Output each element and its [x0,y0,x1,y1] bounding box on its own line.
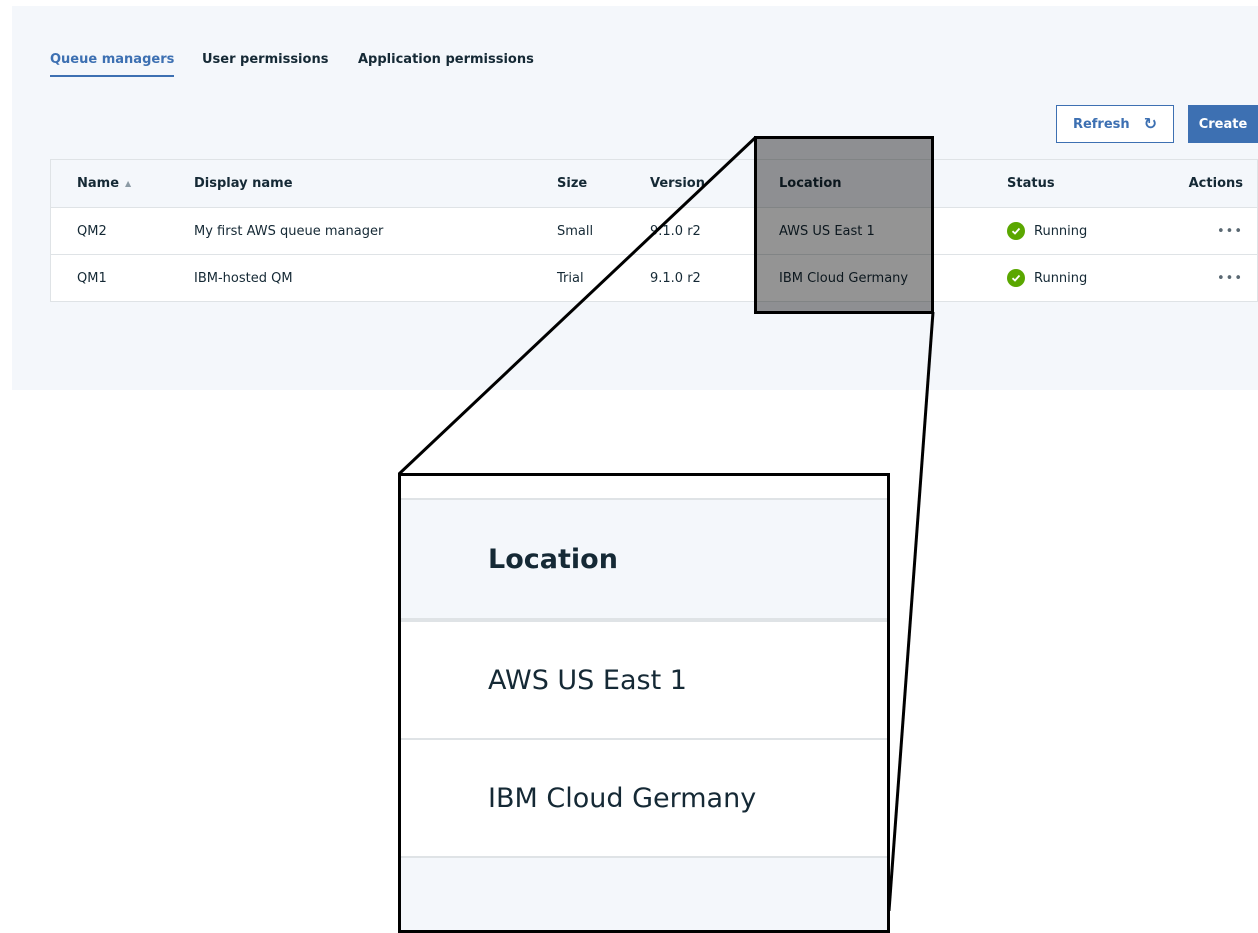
checkmark-circle-icon [1007,269,1025,287]
queue-managers-panel: Queue managers User permissions Applicat… [12,6,1258,390]
overflow-menu-icon[interactable]: ••• [1217,208,1243,254]
tab-queue-managers[interactable]: Queue managers [50,52,175,77]
refresh-button[interactable]: Refresh ↻ [1056,105,1174,143]
column-header-name[interactable]: Name ▲ [77,160,131,207]
checkmark-circle-icon [1007,222,1025,240]
column-header-name-label: Name [77,176,120,191]
table-header: Name ▲ Display name Size Version Locatio… [51,160,1257,208]
create-button[interactable]: Create [1188,105,1258,143]
refresh-icon: ↻ [1143,114,1158,133]
cell-version: 9.1.0 r2 [650,223,701,239]
zoom-location-value: IBM Cloud Germany [488,782,757,814]
overflow-menu-icon[interactable]: ••• [1217,255,1243,301]
zoom-header-label: Location [488,543,618,575]
cell-status: Running [1007,255,1087,301]
location-column-highlight [754,136,934,314]
sort-ascending-icon: ▲ [125,179,132,188]
cell-display-name: My first AWS queue manager [194,223,384,239]
table-row[interactable]: QM2 My first AWS queue manager Small 9.1… [51,208,1257,255]
tab-application-permissions[interactable]: Application permissions [358,52,534,75]
column-header-status: Status [1007,176,1055,191]
status-label: Running [1034,270,1088,286]
column-header-actions: Actions [1188,176,1243,191]
table-row[interactable]: QM1 IBM-hosted QM Trial 9.1.0 r2 IBM Clo… [51,255,1257,301]
queue-managers-table: Name ▲ Display name Size Version Locatio… [50,159,1258,302]
cell-status: Running [1007,208,1087,254]
column-header-version: Version [650,176,705,191]
column-header-size: Size [557,176,588,191]
cell-name: QM1 [77,270,107,286]
cell-name: QM2 [77,223,107,239]
location-zoom-callout: Location AWS US East 1 IBM Cloud Germany [398,473,890,933]
zoom-top-strip [401,476,887,500]
status-label: Running [1034,223,1088,239]
tab-user-permissions[interactable]: User permissions [202,52,328,75]
cell-size: Small [557,223,594,239]
zoom-column-header: Location [401,500,887,622]
cell-size: Trial [557,270,584,286]
column-header-display-name: Display name [194,176,293,191]
refresh-button-label: Refresh [1072,116,1130,132]
zoom-location-value: AWS US East 1 [488,664,687,696]
cell-display-name: IBM-hosted QM [194,270,293,286]
zoom-row: AWS US East 1 [401,622,887,740]
cell-version: 9.1.0 r2 [650,270,701,286]
zoom-row: IBM Cloud Germany [401,740,887,858]
